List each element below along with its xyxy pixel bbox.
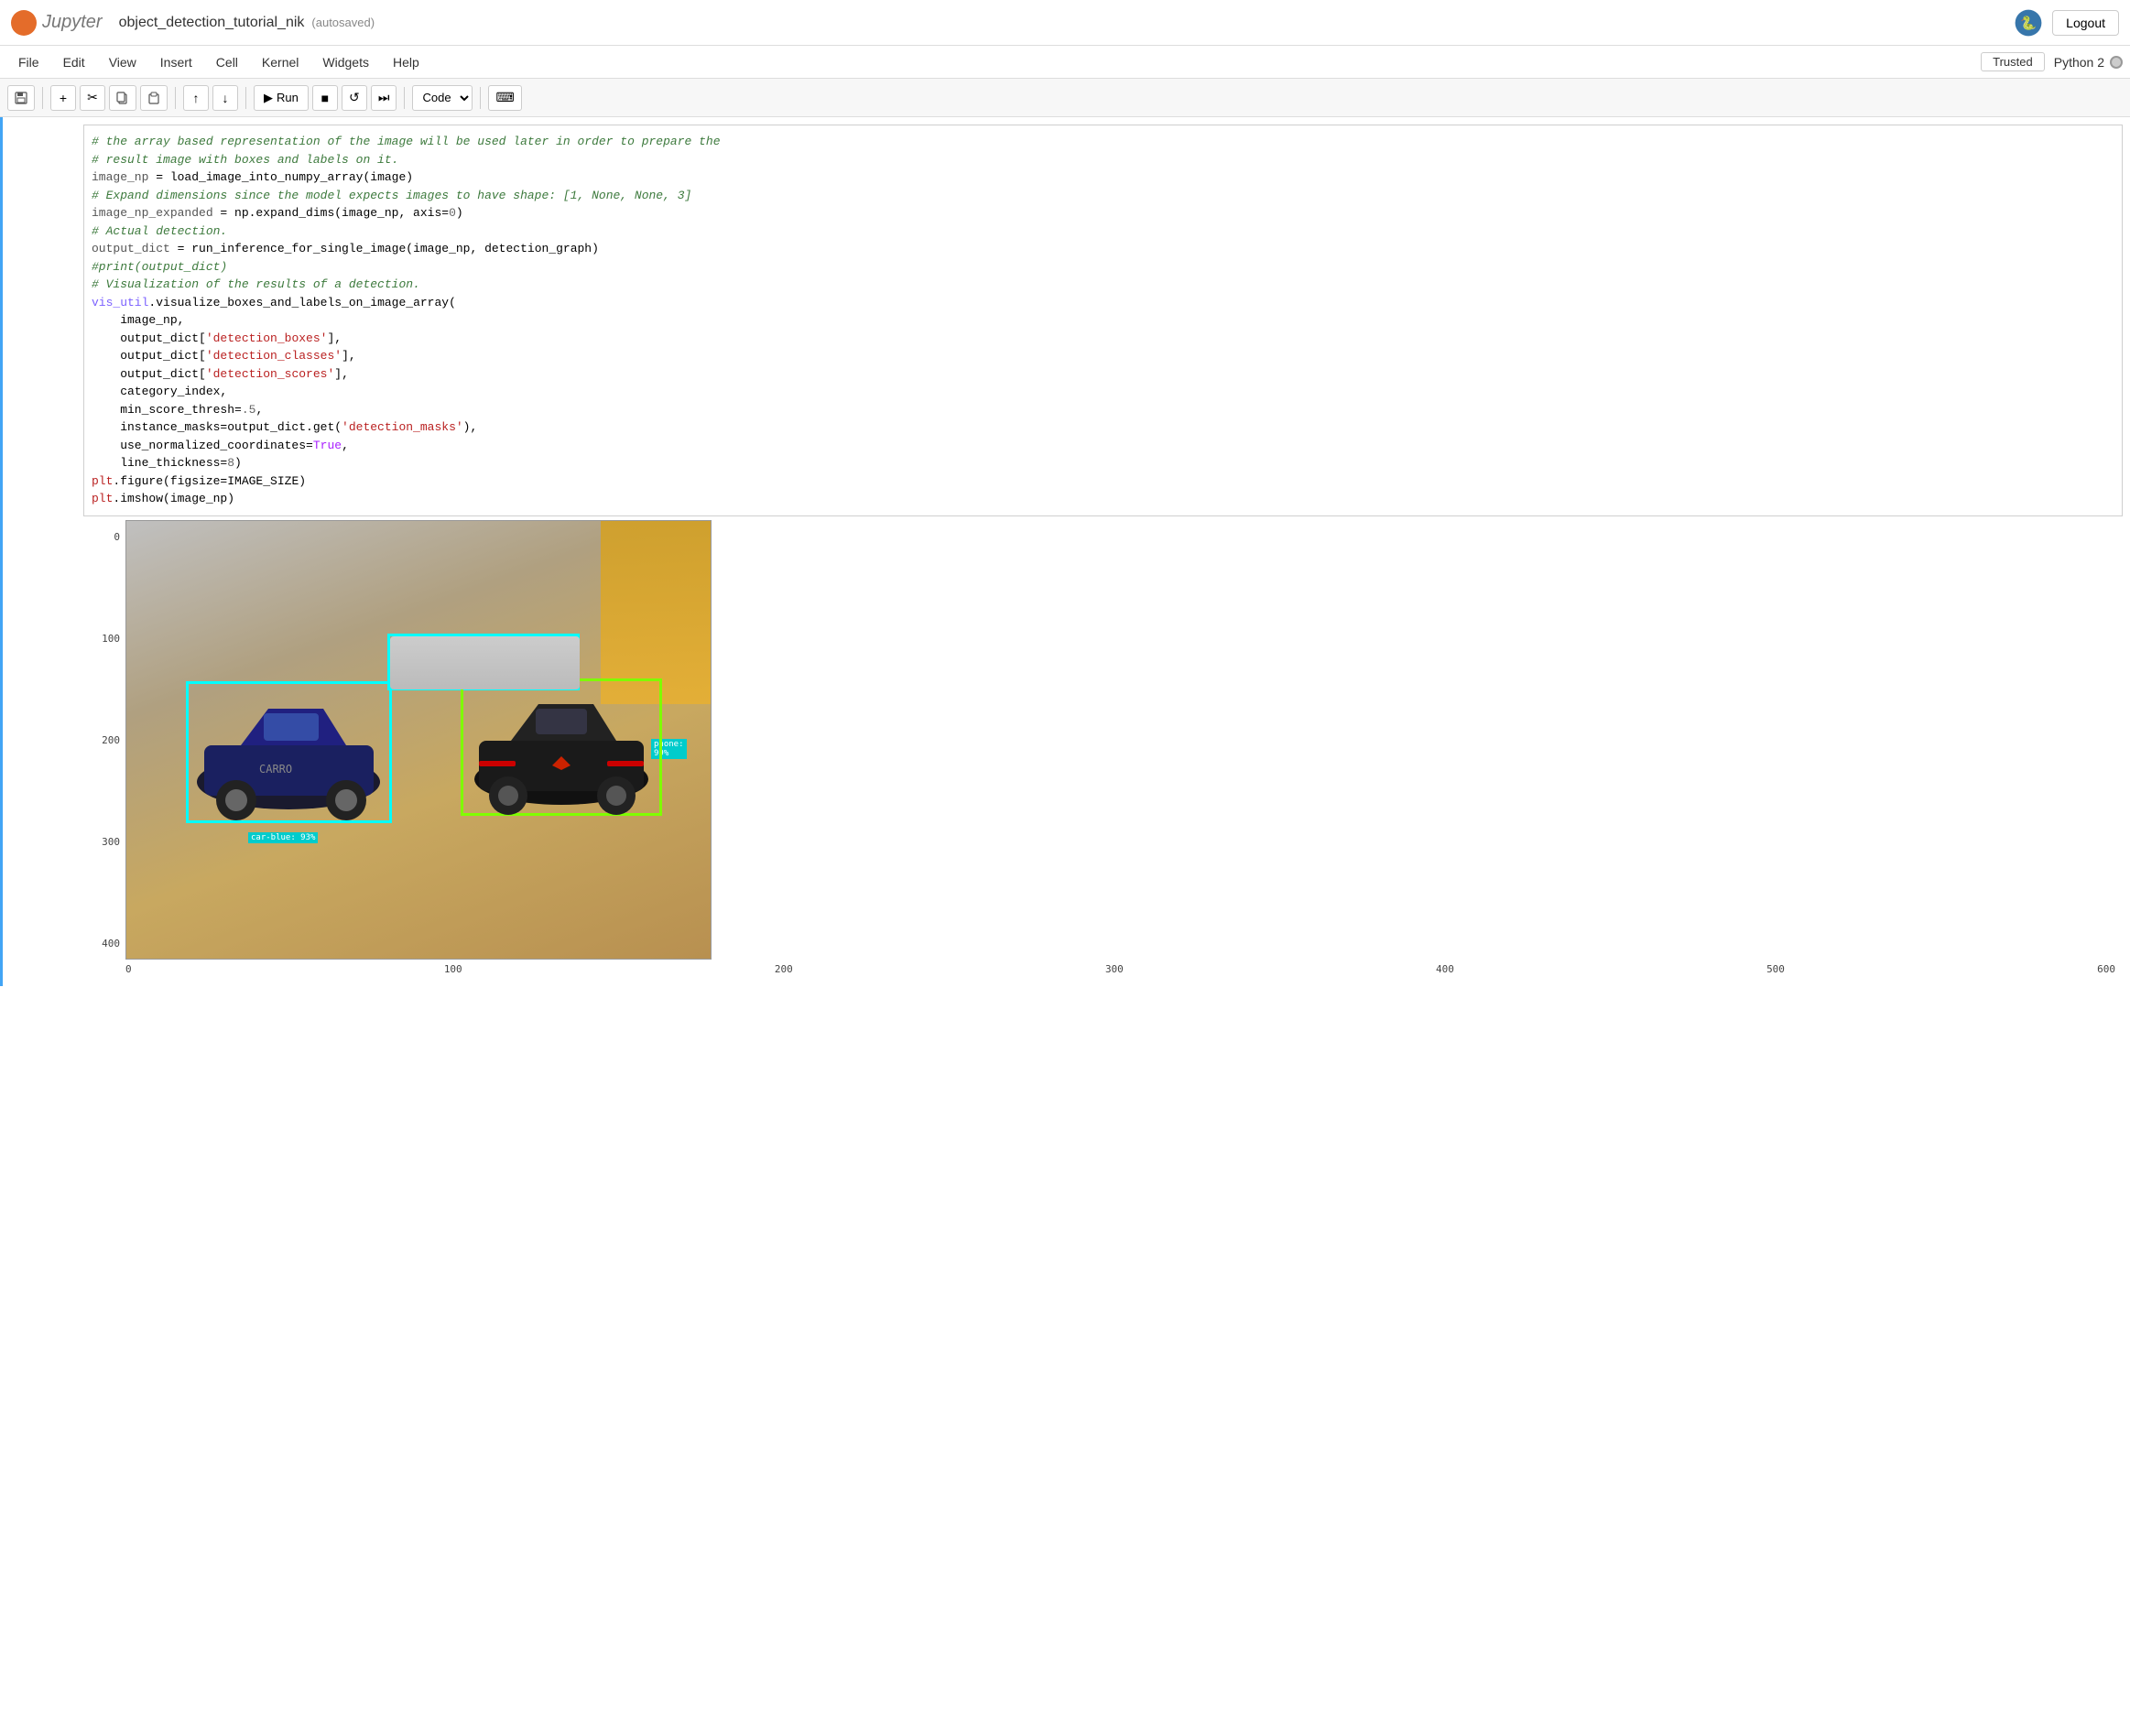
keyboard-shortcuts-button[interactable]: ⌨ (488, 85, 521, 111)
y-axis: 0 100 200 300 400 (91, 520, 125, 975)
y-label-200: 200 (102, 734, 120, 746)
svg-text:🐍: 🐍 (2020, 14, 2037, 30)
jupyter-icon (11, 10, 37, 36)
kernel-status-icon (2110, 56, 2123, 69)
x-label-300: 300 (1105, 963, 1124, 975)
phone-object (390, 636, 580, 689)
move-up-button[interactable]: ↑ (183, 85, 209, 111)
stop-button[interactable]: ■ (312, 85, 338, 111)
toolbar-sep-4 (404, 87, 405, 109)
menu-cell[interactable]: Cell (205, 51, 249, 73)
plot-area: phone: 99% car-blue: 93% car-red: 89% (125, 520, 2115, 975)
menu-view[interactable]: View (98, 51, 147, 73)
toolbar-sep-1 (42, 87, 43, 109)
y-label-100: 100 (102, 633, 120, 645)
car-blue-detection-label: car-blue: 93% (248, 832, 318, 843)
x-label-400: 400 (1436, 963, 1454, 975)
menu-edit[interactable]: Edit (52, 51, 96, 73)
add-cell-button[interactable]: + (50, 85, 76, 111)
restart-button[interactable]: ↺ (342, 85, 367, 111)
kernel-label: Python 2 (2054, 55, 2104, 70)
cell-content: # the array based representation of the … (76, 117, 2130, 986)
x-label-0: 0 (125, 963, 132, 975)
output-area: 0 100 200 300 400 (83, 516, 2123, 979)
y-label-400: 400 (102, 938, 120, 949)
x-label-100: 100 (444, 963, 462, 975)
main-content: # the array based representation of the … (0, 117, 2130, 986)
save-button[interactable] (7, 85, 35, 111)
move-down-button[interactable]: ↓ (212, 85, 238, 111)
jupyter-logo: Jupyter (11, 10, 103, 36)
kernel-info: Python 2 (2054, 55, 2123, 70)
jupyter-wordmark: Jupyter (42, 12, 103, 33)
orange-box (601, 521, 711, 704)
menubar: File Edit View Insert Cell Kernel Widget… (0, 46, 2130, 79)
menu-file[interactable]: File (7, 51, 50, 73)
y-label-0: 0 (114, 531, 120, 543)
svg-text:CARRO: CARRO (259, 763, 292, 776)
cell-type-select[interactable]: Code (412, 85, 473, 111)
copy-icon (116, 92, 129, 104)
python-icon: 🐍 (2014, 8, 2043, 38)
restart-run-all-button[interactable]: ⏭ (371, 85, 397, 111)
x-label-600: 600 (2097, 963, 2115, 975)
toolbar-sep-2 (175, 87, 176, 109)
cut-button[interactable]: ✂ (80, 85, 105, 111)
code-editor[interactable]: # the array based representation of the … (83, 125, 2123, 516)
paste-icon (147, 92, 160, 104)
copy-button[interactable] (109, 85, 136, 111)
menu-insert[interactable]: Insert (149, 51, 203, 73)
matplotlib-figure: 0 100 200 300 400 (91, 520, 2115, 975)
cell-prompt (3, 117, 76, 986)
x-label-500: 500 (1766, 963, 1785, 975)
y-label-300: 300 (102, 836, 120, 848)
menu-kernel[interactable]: Kernel (251, 51, 310, 73)
save-icon (15, 92, 27, 104)
car-red-shape (461, 678, 662, 816)
menu-widgets[interactable]: Widgets (311, 51, 380, 73)
code-cell: # the array based representation of the … (0, 117, 2130, 986)
paste-button[interactable] (140, 85, 168, 111)
toolbar-sep-5 (480, 87, 481, 109)
logout-button[interactable]: Logout (2052, 10, 2119, 36)
toolbar-sep-3 (245, 87, 246, 109)
run-icon: ▶ (264, 91, 273, 105)
image-canvas: phone: 99% car-blue: 93% car-red: 89% (125, 520, 712, 960)
x-label-200: 200 (775, 963, 793, 975)
car-blue-shape: CARRO (186, 681, 392, 823)
x-axis: 0 100 200 300 400 500 600 (125, 960, 2115, 975)
run-label: Run (277, 91, 299, 104)
notebook-title: object_detection_tutorial_nik (119, 15, 305, 31)
menu-help[interactable]: Help (382, 51, 430, 73)
topbar: Jupyter object_detection_tutorial_nik (a… (0, 0, 2130, 46)
run-button[interactable]: ▶ Run (254, 85, 309, 111)
autosaved-label: (autosaved) (311, 16, 375, 29)
trusted-badge: Trusted (1981, 52, 2045, 71)
toolbar: + ✂ ↑ ↓ ▶ Run ■ ↺ ⏭ Code ⌨ (0, 79, 2130, 117)
